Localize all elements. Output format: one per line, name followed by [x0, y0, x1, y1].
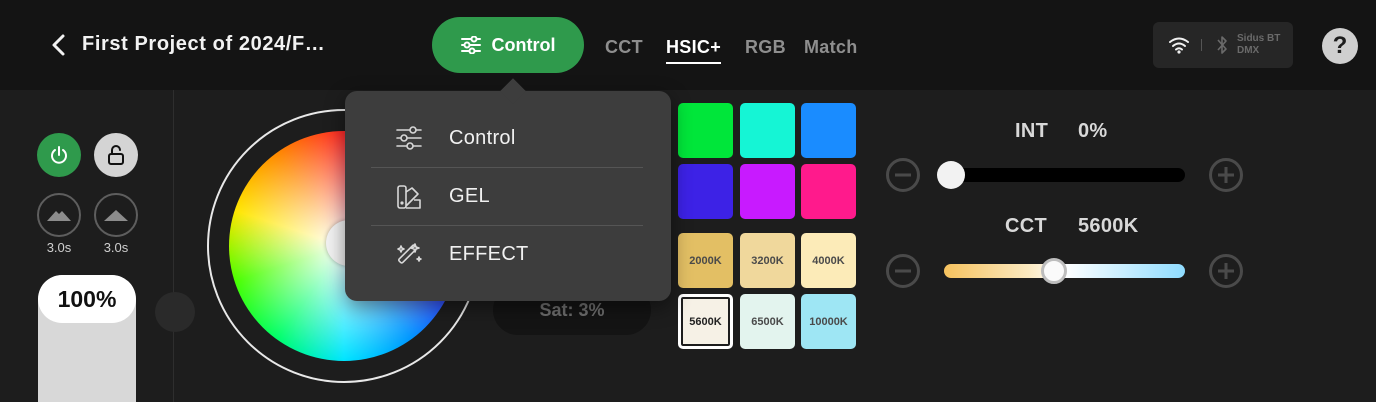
sliders-icon: [460, 36, 481, 54]
menu-item-gel-label: GEL: [449, 185, 490, 207]
int-label: INT: [1015, 120, 1049, 142]
control-mode-button[interactable]: Control: [432, 17, 584, 73]
tab-hsic[interactable]: HSIC+: [666, 37, 722, 64]
color-swatch-violet[interactable]: [740, 164, 795, 219]
color-swatch-blue[interactable]: [801, 103, 856, 158]
int-slider-thumb[interactable]: [937, 161, 965, 189]
cct-decrease-button[interactable]: [886, 254, 920, 288]
color-swatch-green[interactable]: [678, 103, 733, 158]
fade-out-icon: [104, 210, 128, 221]
int-increase-button[interactable]: [1209, 158, 1243, 192]
bluetooth-icon: [1217, 36, 1227, 54]
panel-drag-handle[interactable]: [155, 292, 195, 332]
cct-label: CCT: [1005, 215, 1048, 237]
fade-out-time: 3.0s: [103, 240, 129, 255]
brightness-slider[interactable]: 100%: [38, 275, 136, 402]
control-button-label: Control: [491, 34, 556, 55]
int-decrease-button[interactable]: [886, 158, 920, 192]
project-title[interactable]: First Project of 2024/F…: [82, 33, 325, 56]
connection-line2: DMX: [1237, 45, 1260, 56]
fade-in-time: 3.0s: [46, 240, 72, 255]
color-swatch-pink[interactable]: [801, 164, 856, 219]
tab-rgb[interactable]: RGB: [745, 37, 786, 58]
tab-match[interactable]: Match: [804, 37, 858, 58]
menu-item-control-label: Control: [449, 126, 516, 149]
menu-item-effect-label: EFFECT: [449, 243, 529, 265]
control-dropdown-menu: Control GEL EFFECT: [345, 91, 671, 301]
tab-cct[interactable]: CCT: [605, 37, 643, 58]
cct-swatch-2000k[interactable]: 2000K: [678, 233, 733, 288]
cct-increase-button[interactable]: [1209, 254, 1243, 288]
menu-item-control[interactable]: Control: [371, 109, 643, 167]
gel-swatch-icon: [397, 184, 421, 209]
magic-wand-icon: [397, 242, 422, 264]
cct-swatch-3200k[interactable]: 3200K: [740, 233, 795, 288]
wifi-icon: [1169, 37, 1189, 54]
fade-out-button[interactable]: [94, 193, 138, 237]
power-icon: [51, 146, 67, 164]
connection-text: Sidus BT DMX: [1237, 33, 1287, 57]
connection-status[interactable]: Sidus BT DMX: [1153, 22, 1293, 68]
brightness-value: 100%: [38, 275, 136, 323]
help-button[interactable]: ?: [1322, 28, 1358, 64]
fade-in-icon: [47, 211, 71, 221]
menu-item-gel[interactable]: GEL: [371, 167, 643, 225]
top-bar: First Project of 2024/F… Control CCT HSI…: [0, 0, 1376, 90]
fade-in-button[interactable]: [37, 193, 81, 237]
left-control-panel: 3.0s 3.0s 100%: [0, 90, 174, 402]
menu-item-effect[interactable]: EFFECT: [371, 225, 643, 283]
int-slider-track[interactable]: [939, 168, 1185, 182]
cct-swatch-10000k[interactable]: 10000K: [801, 294, 856, 349]
cct-value: 5600K: [1078, 215, 1139, 237]
power-button[interactable]: [37, 133, 81, 177]
int-value: 0%: [1078, 120, 1108, 142]
sliders-icon: [396, 126, 422, 150]
connection-line1: Sidus BT: [1237, 33, 1281, 44]
status-divider: [1201, 39, 1202, 51]
lock-button[interactable]: [94, 133, 138, 177]
cct-swatch-4000k[interactable]: 4000K: [801, 233, 856, 288]
color-swatch-cyan[interactable]: [740, 103, 795, 158]
unlock-icon: [108, 145, 124, 165]
cct-swatch-6500k[interactable]: 6500K: [740, 294, 795, 349]
chevron-left-icon[interactable]: [48, 33, 70, 57]
cct-swatch-5600k[interactable]: 5600K: [678, 294, 733, 349]
color-swatch-indigo[interactable]: [678, 164, 733, 219]
cct-slider-thumb[interactable]: [1040, 258, 1067, 284]
